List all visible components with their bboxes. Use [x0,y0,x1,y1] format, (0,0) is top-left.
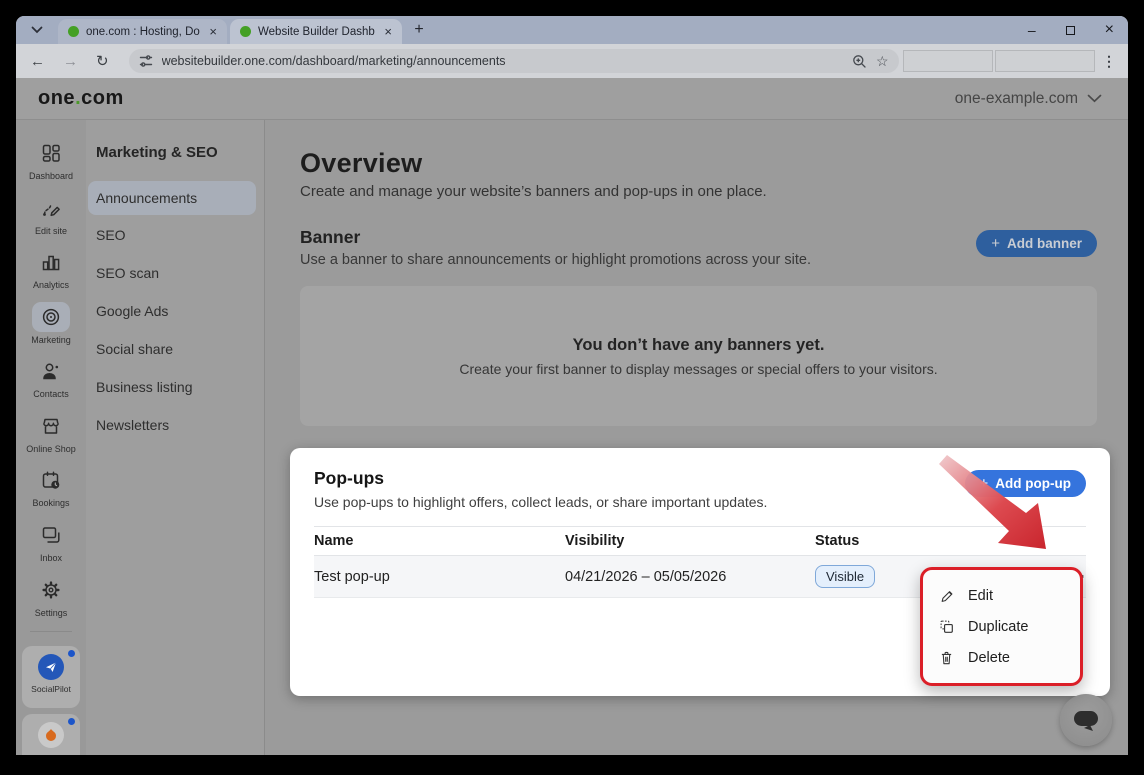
popups-subtitle: Use pop-ups to highlight offers, collect… [314,494,767,510]
submenu-item-google-ads[interactable]: Google Ads [88,293,256,329]
tab-website-builder[interactable]: Website Builder Dashboard × [230,19,402,44]
add-popup-button[interactable]: + Add pop-up [965,470,1087,497]
plus-icon: + [980,475,989,492]
site-selector[interactable]: one-example.com [955,90,1102,108]
zoom-icon[interactable] [852,54,867,69]
one-com-logo: one.com [38,87,124,110]
sidebar-item-inbox[interactable]: Inbox [19,520,83,565]
marketing-icon [32,302,70,332]
sidebar-item-edit-site[interactable]: Edit site [19,193,83,238]
tune-icon [139,54,153,68]
tab-strip: one.com : Hosting, Domain, Em × Website … [16,16,1128,44]
maximize-button[interactable] [1066,26,1075,35]
tab-close-icon[interactable]: × [207,25,219,38]
status-badge: Visible [815,565,875,588]
tab-search-button[interactable] [26,20,48,40]
url-bar[interactable]: websitebuilder.one.com/dashboard/marketi… [129,49,899,73]
app-card-socialpilot[interactable]: SocialPilot [22,646,80,708]
table-header-row: Name Visibility Status [314,526,1086,556]
page-subtitle: Create and manage your website’s banners… [300,183,1097,200]
sidebar-item-contacts[interactable]: Contacts [19,356,83,401]
plus-icon: + [991,235,1000,252]
notification-dot [68,718,75,725]
page-title: Overview [300,148,1097,179]
chat-widget-button[interactable] [1060,694,1112,746]
reload-icon[interactable]: ↻ [96,52,109,70]
context-menu-duplicate[interactable]: Duplicate [923,611,1080,642]
analytics-icon [32,247,70,277]
tab-one-com[interactable]: one.com : Hosting, Domain, Em × [58,19,227,44]
socialpilot-icon [38,654,64,680]
tab-favicon [68,26,79,37]
banner-empty-state: You don’t have any banners yet. Create y… [300,286,1097,426]
column-header-visibility: Visibility [565,533,815,549]
site-header: one.com one-example.com [16,78,1128,120]
tab-title: Website Builder Dashboard [258,26,375,38]
bookings-icon [32,465,70,495]
close-button[interactable]: × [1105,22,1114,38]
browser-menu-icon[interactable]: ⋮ [1102,53,1116,70]
extension-placeholder [903,50,993,72]
submenu-item-seo[interactable]: SEO [88,217,256,253]
submenu-panel: Marketing & SEO Announcements SEO SEO sc… [86,120,265,755]
online-shop-icon [32,411,70,441]
context-menu-delete[interactable]: Delete [923,642,1080,673]
rail-divider [30,631,72,632]
sidebar-item-analytics[interactable]: Analytics [19,247,83,292]
chevron-down-icon [1087,94,1102,103]
add-banner-button[interactable]: + Add banner [976,230,1097,257]
sidebar-item-settings[interactable]: Settings [19,575,83,620]
banner-empty-title: You don’t have any banners yet. [573,336,825,355]
url-text: websitebuilder.one.com/dashboard/marketi… [162,54,843,68]
back-icon[interactable]: ← [30,53,45,70]
forward-icon: → [63,53,78,70]
browser-toolbar: ← → ↻ websitebuilder.one.com/dashboard/m… [16,44,1128,78]
edit-pencil-icon [938,587,955,604]
sidebar-item-online-shop[interactable]: Online Shop [19,411,83,456]
banner-empty-subtitle: Create your first banner to display mess… [459,361,937,377]
tab-favicon [240,26,251,37]
submenu-item-newsletters[interactable]: Newsletters [88,407,256,443]
context-menu-edit[interactable]: Edit [923,580,1080,611]
sidebar-item-bookings[interactable]: Bookings [19,465,83,510]
tab-close-icon[interactable]: × [382,25,394,38]
gear-icon [32,575,70,605]
popup-name: Test pop-up [314,569,565,585]
screenshot-frame: one.com : Hosting, Domain, Em × Website … [0,0,1144,775]
trash-icon [938,649,955,666]
icon-rail: Dashboard Edit site Analytics [16,120,86,755]
column-header-name: Name [314,533,565,549]
popup-visibility: 04/21/2026 – 05/05/2026 [565,569,815,585]
sidebar-item-marketing[interactable]: Marketing [19,302,83,347]
extension-placeholder [995,50,1095,72]
browser-window: one.com : Hosting, Domain, Em × Website … [16,16,1128,755]
duplicate-icon [938,618,955,635]
minimize-button[interactable]: – [1028,23,1036,37]
edit-site-icon [32,193,70,223]
submenu-item-seo-scan[interactable]: SEO scan [88,255,256,291]
app-card-secondary[interactable] [22,714,80,755]
contacts-icon [32,356,70,386]
notification-dot [68,650,75,657]
inbox-icon [32,520,70,550]
new-tab-button[interactable]: + [408,19,430,41]
tab-title: one.com : Hosting, Domain, Em [86,26,200,38]
chat-bubble-icon [1060,694,1112,746]
sidebar-item-dashboard[interactable]: Dashboard [19,138,83,183]
secondary-app-icon [38,722,64,748]
submenu-title: Marketing & SEO [96,144,264,161]
row-context-menu: Edit Duplicate Delete [920,567,1083,686]
column-header-status: Status [815,533,1050,549]
submenu-item-social-share[interactable]: Social share [88,331,256,367]
bookmark-star-icon[interactable]: ☆ [876,53,889,70]
banner-title: Banner [300,227,811,248]
submenu-item-announcements[interactable]: Announcements [88,181,256,215]
site-selector-label: one-example.com [955,90,1078,108]
dashboard-icon [32,138,70,168]
banner-section-header: Banner Use a banner to share announcemen… [300,227,1097,268]
banner-subtitle: Use a banner to share announcements or h… [300,252,811,268]
popups-title: Pop-ups [314,468,767,489]
submenu-item-business-listing[interactable]: Business listing [88,369,256,405]
